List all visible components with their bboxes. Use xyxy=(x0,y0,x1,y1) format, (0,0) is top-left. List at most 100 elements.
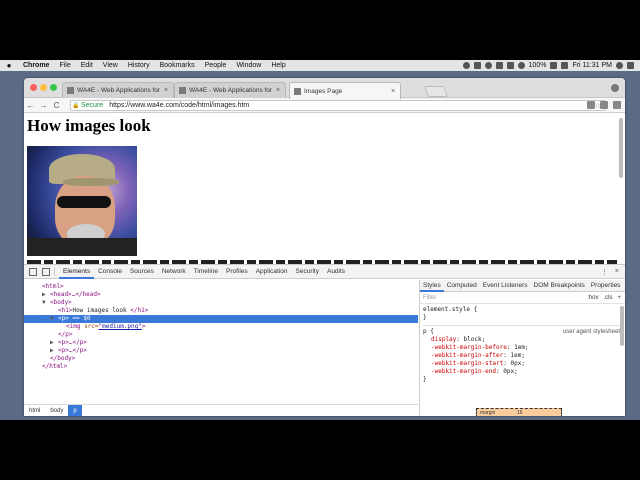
notification-center-icon[interactable] xyxy=(627,62,634,69)
volume-icon[interactable] xyxy=(506,62,514,69)
tab-styles[interactable]: Styles xyxy=(420,280,444,292)
attribute-name: src= xyxy=(84,323,99,330)
tab-sources[interactable]: Sources xyxy=(126,265,158,279)
extension-icon[interactable] xyxy=(587,101,595,109)
breadcrumb-html[interactable]: html xyxy=(24,405,45,417)
dom-node[interactable]: <h1>How images look </h1> xyxy=(24,307,418,315)
tab-close-icon[interactable]: × xyxy=(162,87,170,94)
tab-computed[interactable]: Computed xyxy=(444,280,480,292)
back-button[interactable]: ← xyxy=(24,101,37,110)
browser-tab-2[interactable]: WA4E - Web Applications for E × xyxy=(174,82,286,98)
tab-event-listeners[interactable]: Event Listeners xyxy=(480,280,531,292)
css-declaration[interactable]: -webkit-margin-after: 1em; xyxy=(423,352,622,360)
element-style-selector[interactable]: element.style { xyxy=(423,306,622,314)
tray-status-icon[interactable] xyxy=(462,62,470,69)
dom-node[interactable]: ▶ <p>…</p> xyxy=(24,339,418,347)
dom-node[interactable]: <img src="medium.png"> xyxy=(24,323,418,331)
class-toggle[interactable]: .cls xyxy=(603,295,612,301)
tab-close-icon[interactable]: × xyxy=(389,88,397,95)
reload-button[interactable]: C xyxy=(50,101,63,110)
new-tab-button[interactable] xyxy=(423,86,449,97)
dom-node[interactable]: <html> xyxy=(24,283,418,291)
tab-profiles[interactable]: Profiles xyxy=(222,265,252,279)
expand-arrow-icon[interactable]: ▶ xyxy=(50,347,58,355)
css-declaration[interactable]: -webkit-margin-end: 0px; xyxy=(423,368,622,376)
styles-filter-input[interactable]: Filter xyxy=(423,295,436,301)
css-property-name: display xyxy=(431,336,457,343)
chrome-menu-icon[interactable] xyxy=(613,101,621,109)
box-model-diagram[interactable]: margin 16 xyxy=(476,408,562,416)
menu-view[interactable]: View xyxy=(98,62,123,69)
dom-node[interactable]: ▶ <p>…</p> xyxy=(24,347,418,355)
close-window-button[interactable] xyxy=(30,84,37,91)
battery-percent[interactable]: 100% xyxy=(529,62,547,69)
text-node: How images look xyxy=(72,307,131,314)
styles-scrollbar[interactable] xyxy=(620,306,624,346)
dom-node[interactable]: </body> xyxy=(24,355,418,363)
dom-node[interactable]: </p> xyxy=(24,331,418,339)
tab-security[interactable]: Security xyxy=(292,265,323,279)
tab-elements[interactable]: Elements xyxy=(59,265,95,279)
browser-tab-active[interactable]: Images Page × xyxy=(289,82,401,99)
device-toolbar-icon[interactable] xyxy=(42,267,50,276)
forward-button[interactable]: → xyxy=(37,101,50,110)
bluetooth-icon[interactable] xyxy=(495,62,503,69)
devtools-menu-icon[interactable]: ⋮ xyxy=(601,268,608,276)
menu-edit[interactable]: Edit xyxy=(76,62,98,69)
menu-file[interactable]: File xyxy=(54,62,75,69)
breadcrumb-p[interactable]: p xyxy=(68,404,82,416)
dom-node-selected[interactable]: ...▼ <p> == $0 xyxy=(24,315,418,323)
tab-application[interactable]: Application xyxy=(252,265,292,279)
tab-network[interactable]: Network xyxy=(158,265,190,279)
wifi-icon[interactable] xyxy=(517,62,525,69)
css-declaration[interactable]: -webkit-margin-start: 0px; xyxy=(423,360,622,368)
spotlight-search-icon[interactable] xyxy=(616,62,623,69)
menu-help[interactable]: Help xyxy=(266,62,290,69)
styles-sidebar: Styles Computed Event Listeners DOM Brea… xyxy=(419,280,625,416)
apple-menu-icon[interactable]: ● xyxy=(0,61,18,70)
expand-arrow-icon[interactable]: ▼ xyxy=(50,315,58,323)
page-scrollbar[interactable] xyxy=(619,118,623,178)
address-bar[interactable]: 🔒 Secure https://www.wa4e.com/code/html/… xyxy=(70,100,606,111)
tab-timeline[interactable]: Timeline xyxy=(190,265,222,279)
expand-arrow-icon[interactable]: ▼ xyxy=(42,299,50,307)
dom-node[interactable]: ▶ <head>…</head> xyxy=(24,291,418,299)
attribute-value-link[interactable]: "medium.png" xyxy=(99,323,142,330)
tray-sync-icon[interactable] xyxy=(484,62,492,69)
lock-icon[interactable]: 🔒 xyxy=(71,102,81,109)
devtools-close-icon[interactable]: × xyxy=(615,268,619,276)
profile-icon[interactable] xyxy=(611,84,619,92)
menu-clock[interactable]: Fri 11:31 PM xyxy=(572,62,612,69)
battery-icon[interactable] xyxy=(550,62,558,69)
minimize-window-button[interactable] xyxy=(40,84,47,91)
menu-app-name[interactable]: Chrome xyxy=(18,62,54,69)
breadcrumb-body[interactable]: body xyxy=(45,405,68,417)
dom-node[interactable]: ▼ <body> xyxy=(24,299,418,307)
menu-bookmarks[interactable]: Bookmarks xyxy=(155,62,200,69)
expand-arrow-icon[interactable]: ▶ xyxy=(42,291,50,299)
url-text[interactable]: https://www.wa4e.com/code/html/images.ht… xyxy=(109,102,249,109)
tab-console[interactable]: Console xyxy=(94,265,126,279)
tab-close-icon[interactable]: × xyxy=(274,87,282,94)
tab-properties[interactable]: Properties xyxy=(588,280,624,292)
browser-tab-1[interactable]: WA4E - Web Applications for E × xyxy=(62,82,174,98)
settings-gear-icon[interactable] xyxy=(600,101,608,109)
tray-app-icon[interactable] xyxy=(473,62,481,69)
css-declaration[interactable]: -webkit-margin-before: 1em; xyxy=(423,344,622,352)
tab-title: Images Page xyxy=(304,87,343,95)
tab-title: WA4E - Web Applications for E xyxy=(77,87,162,94)
menu-history[interactable]: History xyxy=(123,62,155,69)
inspect-element-icon[interactable] xyxy=(29,267,37,276)
input-flag-icon[interactable] xyxy=(561,62,569,69)
dom-node[interactable]: </html> xyxy=(24,363,418,371)
tab-audits[interactable]: Audits xyxy=(323,265,349,279)
expand-arrow-icon[interactable]: ▶ xyxy=(50,339,58,347)
zoom-window-button[interactable] xyxy=(50,84,57,91)
new-rule-button[interactable]: + xyxy=(617,295,621,301)
css-declaration[interactable]: display: block; xyxy=(423,336,622,344)
hover-state-toggle[interactable]: :hov xyxy=(587,295,598,301)
menu-people[interactable]: People xyxy=(200,62,232,69)
menu-window[interactable]: Window xyxy=(231,62,266,69)
rule-selector[interactable]: p { xyxy=(423,328,434,335)
tab-dom-breakpoints[interactable]: DOM Breakpoints xyxy=(531,280,588,292)
